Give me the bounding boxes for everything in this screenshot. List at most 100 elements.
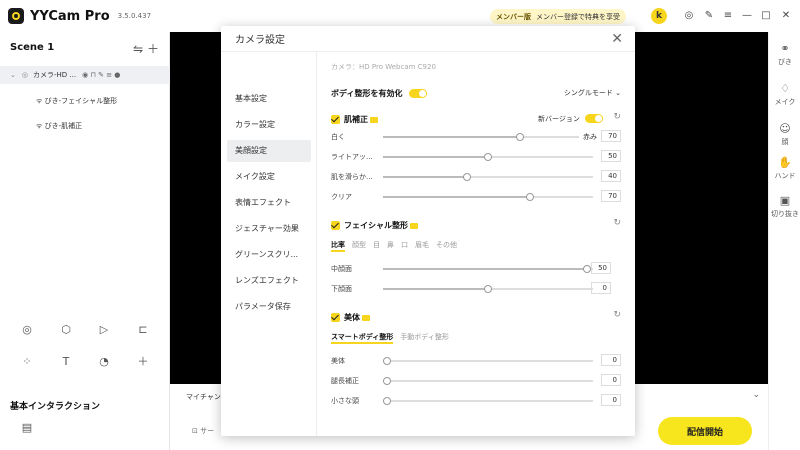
capture-icon[interactable]: ⁘ bbox=[19, 354, 35, 370]
nav-greenscreen[interactable]: グリーンスクリ... bbox=[227, 244, 311, 266]
makeup-icon: ♢ bbox=[780, 82, 790, 95]
cutout-tab[interactable]: ▣ 切り抜き bbox=[769, 194, 800, 219]
nav-makeup[interactable]: メイク設定 bbox=[227, 166, 311, 188]
source-button[interactable]: ⊡ サー bbox=[192, 426, 214, 436]
tab-eyebrows[interactable]: 眉毛 bbox=[415, 241, 429, 249]
whiten-slider[interactable] bbox=[383, 133, 579, 141]
nav-save-params[interactable]: パラメータ保存 bbox=[227, 296, 311, 318]
slider-label: 肌を滑らか... bbox=[331, 173, 373, 181]
skin-section-header[interactable]: 肌補正 bbox=[331, 114, 378, 125]
cast-icon[interactable]: ⊏ bbox=[135, 322, 151, 338]
beauty-tab[interactable]: ⚭ びき bbox=[769, 42, 800, 67]
leg-slider[interactable] bbox=[383, 377, 593, 385]
tab-eyes[interactable]: 目 bbox=[373, 241, 380, 249]
vip-icon bbox=[410, 222, 418, 229]
add-icon[interactable]: ＋ bbox=[135, 354, 151, 370]
body-checkbox[interactable] bbox=[331, 313, 340, 322]
skin-checkbox[interactable] bbox=[331, 115, 340, 124]
slider-label: 腿長補正 bbox=[331, 377, 359, 385]
nav-lens[interactable]: レンズエフェクト bbox=[227, 270, 311, 292]
face-icon: ☺ bbox=[779, 122, 791, 135]
new-version-toggle[interactable] bbox=[585, 114, 603, 123]
body-tabs: スマートボディ整形 手動ボディ整形 bbox=[331, 332, 456, 344]
body-enable-label: ボディ整形を有効化 bbox=[331, 89, 403, 98]
slider-value[interactable]: 50 bbox=[591, 262, 611, 274]
member-banner[interactable]: メンバー版 メンバー登録で特典を享受 bbox=[490, 9, 626, 24]
reset-icon[interactable]: ↻ bbox=[613, 218, 621, 228]
tab-manual-body[interactable]: 手動ボディ整形 bbox=[400, 333, 449, 341]
nav-beauty[interactable]: 美顔設定 bbox=[227, 140, 311, 162]
smooth-slider[interactable] bbox=[383, 173, 593, 181]
slider-value[interactable]: 70 bbox=[601, 190, 621, 202]
scene-title: Scene 1 bbox=[10, 42, 55, 53]
nav-color[interactable]: カラー設定 bbox=[227, 114, 311, 136]
midface-slider[interactable] bbox=[383, 265, 593, 273]
clarity-slider[interactable] bbox=[383, 193, 593, 201]
small-head-slider[interactable] bbox=[383, 397, 593, 405]
facial-checkbox[interactable] bbox=[331, 221, 340, 230]
nav-gesture[interactable]: ジェスチャー効果 bbox=[227, 218, 311, 240]
tab-face-shape[interactable]: 顔型 bbox=[352, 241, 366, 249]
minimize-icon[interactable]: — bbox=[741, 10, 753, 22]
avatar[interactable]: k bbox=[651, 8, 667, 24]
slider-value[interactable]: 0 bbox=[601, 374, 621, 386]
tab-nose[interactable]: 鼻 bbox=[387, 241, 394, 249]
slider-label: 下顔面 bbox=[331, 285, 352, 293]
interaction-icon[interactable]: ▤ bbox=[19, 420, 35, 436]
reset-icon[interactable]: ↻ bbox=[613, 310, 621, 320]
tab-mouth[interactable]: 口 bbox=[401, 241, 408, 249]
source-action-icons[interactable]: ◉ ⊓ ✎ ≡ ● bbox=[82, 71, 120, 79]
video-icon[interactable]: ▷ bbox=[96, 322, 112, 338]
text-icon[interactable]: T bbox=[58, 354, 74, 370]
body-enable-toggle[interactable] bbox=[409, 89, 427, 98]
mic-label: マイチャン bbox=[186, 393, 221, 401]
brighten-slider[interactable] bbox=[383, 153, 593, 161]
headset-icon[interactable]: ◎ bbox=[683, 10, 695, 22]
scene-tools[interactable]: ⇋ ＋ bbox=[133, 40, 159, 57]
filter-item[interactable]: ᯤ びき-フェイシャル整形 bbox=[36, 96, 117, 106]
slider-value[interactable]: 40 bbox=[601, 170, 621, 182]
facial-section-header[interactable]: フェイシャル整形 bbox=[331, 220, 418, 231]
mode-select[interactable]: シングルモード ⌄ bbox=[564, 88, 621, 98]
camera-settings-dialog: カメラ設定 ✕ 基本設定 カラー設定 美顔設定 メイク設定 表情エフェクト ジェ… bbox=[221, 26, 635, 436]
slider-value[interactable]: 0 bbox=[601, 394, 621, 406]
makeup-tab[interactable]: ♢ メイク bbox=[769, 82, 800, 107]
eye-off-icon: ᯤ bbox=[36, 97, 45, 105]
basic-interaction-title: 基本インタラクション bbox=[10, 402, 101, 412]
new-version-label: 新バージョン bbox=[538, 115, 580, 123]
tab-smart-body[interactable]: スマートボディ整形 bbox=[331, 333, 394, 344]
slider-value[interactable]: 0 bbox=[601, 354, 621, 366]
chevron-down-icon[interactable]: ⌄ bbox=[752, 390, 760, 400]
filter-item[interactable]: ᯤ びき-肌補正 bbox=[36, 121, 82, 131]
body-section-header[interactable]: 美体 bbox=[331, 312, 370, 323]
face-tab[interactable]: ☺ 顔 bbox=[769, 122, 800, 147]
maximize-icon[interactable]: □ bbox=[760, 10, 772, 22]
nav-basic[interactable]: 基本設定 bbox=[227, 88, 311, 110]
camera-source-icon[interactable]: ◎ bbox=[19, 322, 35, 338]
body-slider[interactable] bbox=[383, 357, 593, 365]
tab-ratio[interactable]: 比率 bbox=[331, 241, 345, 252]
vip-icon bbox=[362, 314, 370, 321]
member-label: メンバー版 bbox=[496, 12, 531, 21]
tab-other[interactable]: その他 bbox=[436, 241, 457, 249]
camera-source-row[interactable]: ⌄ ◎ カメラ-HD ... ◉ ⊓ ✎ ≡ ● bbox=[0, 66, 170, 84]
feedback-icon[interactable]: ✎ bbox=[703, 10, 715, 22]
slider-value[interactable]: 50 bbox=[601, 150, 621, 162]
menu-icon[interactable]: ≡ bbox=[722, 10, 734, 22]
scene-panel: Scene 1 ⇋ ＋ ⌄ ◎ カメラ-HD ... ◉ ⊓ ✎ ≡ ● ᯤ び… bbox=[0, 32, 170, 450]
hand-tab[interactable]: ✋ ハンド bbox=[769, 156, 800, 181]
collapse-icon[interactable]: ⌄ bbox=[10, 71, 16, 79]
close-icon[interactable]: ✕ bbox=[611, 31, 623, 47]
eye-off-icon: ᯤ bbox=[36, 122, 45, 130]
go-live-button[interactable]: 配信開始 bbox=[658, 417, 752, 445]
dialog-title: カメラ設定 bbox=[235, 35, 285, 46]
lowerface-slider[interactable] bbox=[383, 285, 593, 293]
slider-value[interactable]: 70 bbox=[601, 130, 621, 142]
close-window-icon[interactable]: ✕ bbox=[780, 10, 792, 22]
nav-expression[interactable]: 表情エフェクト bbox=[227, 192, 311, 214]
slider-value[interactable]: 0 bbox=[591, 282, 611, 294]
slider-label: 美体 bbox=[331, 357, 345, 365]
reset-icon[interactable]: ↻ bbox=[613, 112, 621, 122]
sticker-icon[interactable]: ◔ bbox=[96, 354, 112, 370]
plugin-icon[interactable]: ⬡ bbox=[58, 322, 74, 338]
